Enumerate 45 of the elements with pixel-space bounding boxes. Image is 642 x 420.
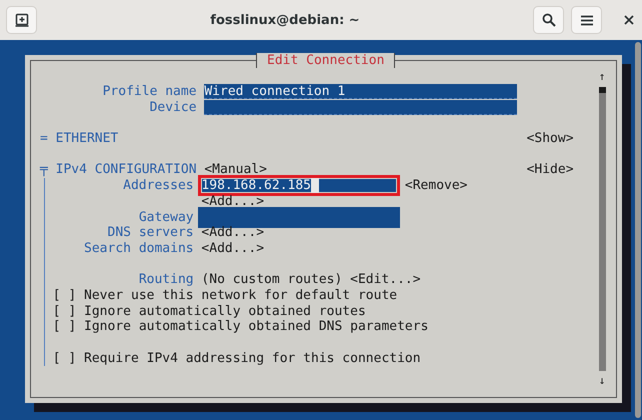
checkbox[interactable]: [ ] — [52, 350, 76, 366]
field-label: Search domains — [83, 240, 194, 257]
edit-button[interactable]: <Edit...> — [350, 272, 421, 288]
field-label: Profile name — [102, 84, 197, 100]
scroll-up-arrow[interactable]: ↑ — [598, 71, 606, 83]
checkbox[interactable]: [ ] — [52, 288, 76, 304]
input-field[interactable]: 198.168.62.185 — [198, 175, 400, 196]
new-tab-button[interactable] — [6, 6, 37, 34]
section-marker: ╤ — [40, 162, 49, 178]
field-label: Addresses — [122, 178, 194, 194]
close-icon — [624, 15, 634, 25]
toggle-button[interactable]: <Hide> — [526, 162, 574, 178]
scrollbar[interactable] — [598, 87, 606, 371]
field-label: Device — [148, 100, 197, 116]
field-label: Routing — [138, 272, 194, 288]
window-title: fosslinux@debian: ~ — [209, 12, 361, 28]
dialog-title: Edit Connection — [256, 53, 396, 68]
input-field[interactable] — [204, 100, 518, 115]
routes-status: (No custom routes) — [201, 272, 342, 288]
checkbox[interactable]: [ ] — [52, 304, 76, 320]
input-field[interactable]: Wired connection 1 — [204, 84, 518, 99]
toggle-button[interactable]: <Show> — [526, 131, 574, 147]
checkbox-label: Ignore automatically obtained DNS parameters — [84, 319, 428, 335]
terminal-scrollbar[interactable] — [635, 42, 641, 418]
field-label: DNS servers — [106, 225, 194, 241]
add-button[interactable]: <Add...> — [201, 194, 264, 210]
scroll-down-arrow[interactable]: ↓ — [598, 375, 606, 387]
add-button[interactable]: <Add...> — [201, 225, 264, 241]
section-marker: = — [40, 131, 49, 147]
section-title: ETHERNET — [56, 131, 118, 147]
menu-button[interactable] — [571, 6, 602, 34]
checkbox-label: Ignore automatically obtained routes — [84, 304, 366, 320]
checkbox[interactable]: [ ] — [52, 319, 76, 335]
field-label: Gateway — [138, 210, 194, 226]
close-button[interactable] — [622, 13, 636, 27]
remove-button[interactable]: <Remove> — [404, 178, 468, 194]
checkbox-label: Require IPv4 addressing for this connection — [84, 350, 421, 366]
checkbox-label: Never use this network for default route — [84, 288, 398, 304]
section-title: IPv4 CONFIGURATION — [56, 162, 197, 178]
search-button[interactable] — [533, 6, 564, 34]
new-tab-icon — [14, 13, 28, 27]
input-field[interactable] — [198, 206, 400, 228]
add-button[interactable]: <Add...> — [201, 240, 264, 257]
search-icon — [542, 13, 556, 27]
menu-icon — [580, 14, 592, 26]
